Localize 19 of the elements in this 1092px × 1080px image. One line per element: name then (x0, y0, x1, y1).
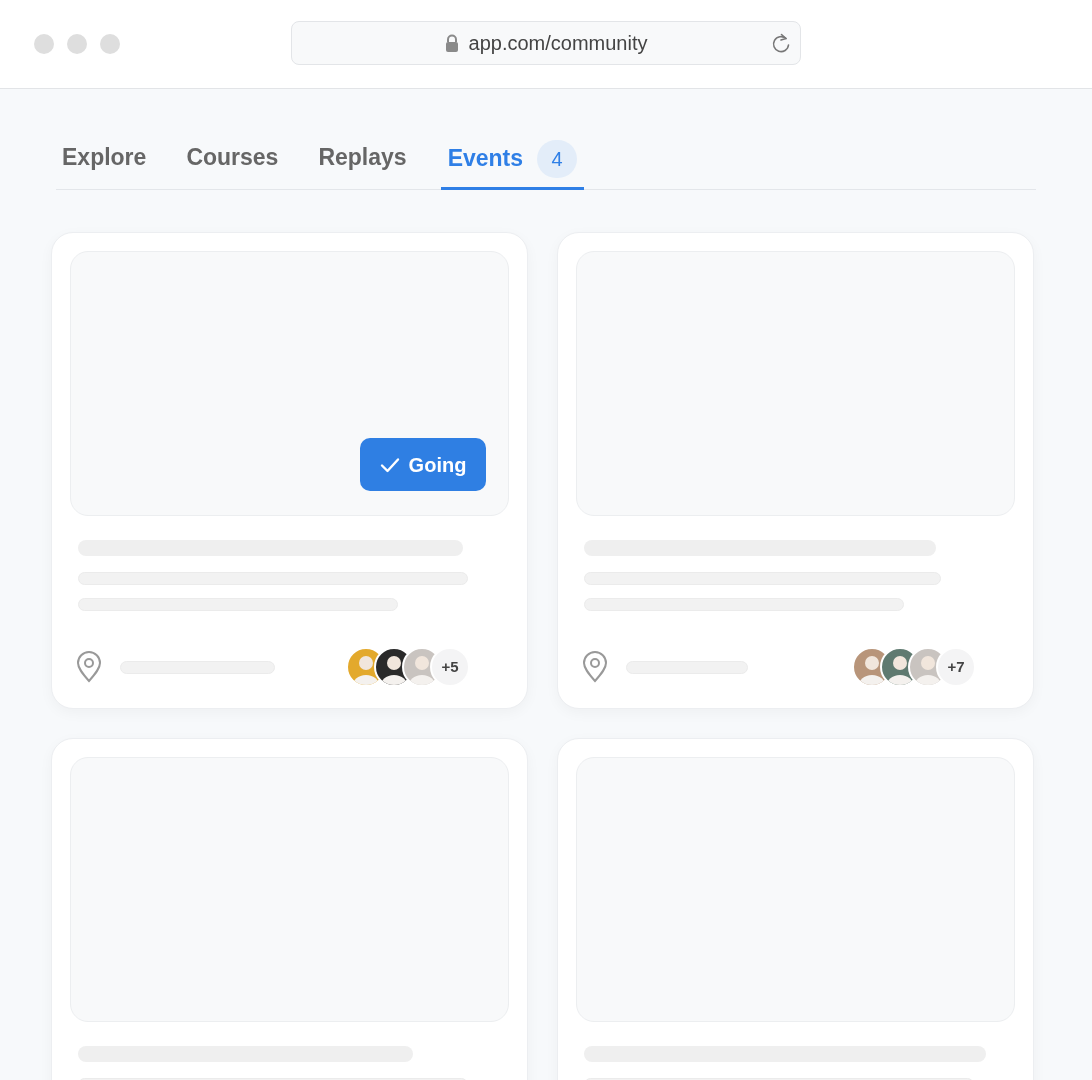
more-attendees-count: +5 (430, 647, 470, 687)
reload-icon[interactable] (771, 32, 791, 54)
window-control-icon[interactable] (100, 34, 120, 54)
url-text: app.com/community (468, 31, 648, 56)
checkmark-icon (379, 456, 400, 473)
tab[interactable]: Events 4 (440, 127, 585, 190)
event-card[interactable]: Going +5 (51, 232, 528, 709)
tab[interactable]: Courses (180, 127, 285, 190)
location-pin-icon (76, 651, 102, 683)
tab[interactable]: Explore (56, 127, 153, 190)
lock-icon (444, 34, 459, 52)
event-card[interactable]: +7 (557, 232, 1034, 709)
going-button[interactable]: Going (360, 438, 486, 491)
window-control-icon[interactable] (34, 34, 54, 54)
window-control-icon[interactable] (67, 34, 87, 54)
address-bar[interactable]: app.com/community (291, 21, 801, 65)
location-pin-icon (582, 651, 608, 683)
more-attendees-count: +7 (936, 647, 976, 687)
tab[interactable]: Replays (312, 127, 413, 190)
